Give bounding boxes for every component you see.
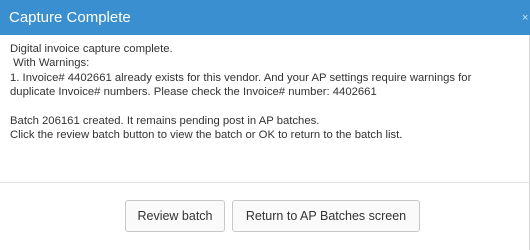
dialog-body: Digital invoice capture complete. With W… [0,35,530,183]
dialog-footer: Review batch Return to AP Batches screen [0,184,530,250]
message-instructions: Click the review batch button to view th… [10,129,403,141]
message-with-warnings: With Warnings: [10,57,90,69]
review-batch-button[interactable]: Review batch [125,200,225,232]
dialog-title: Capture Complete [9,9,131,26]
dialog-titlebar: Capture Complete × [0,0,530,35]
capture-complete-dialog: Capture Complete × Digital invoice captu… [0,0,530,250]
message-batch-created: Batch 206161 created. It remains pending… [10,115,320,127]
message-warning-line-1: 1. Invoice# 4402661 already exists for t… [10,72,472,84]
close-icon[interactable]: × [522,10,530,26]
message-capture-complete: Digital invoice capture complete. [10,43,173,55]
return-to-ap-batches-button[interactable]: Return to AP Batches screen [232,200,420,232]
message-warning-line-2: duplicate Invoice# numbers. Please check… [10,86,377,98]
